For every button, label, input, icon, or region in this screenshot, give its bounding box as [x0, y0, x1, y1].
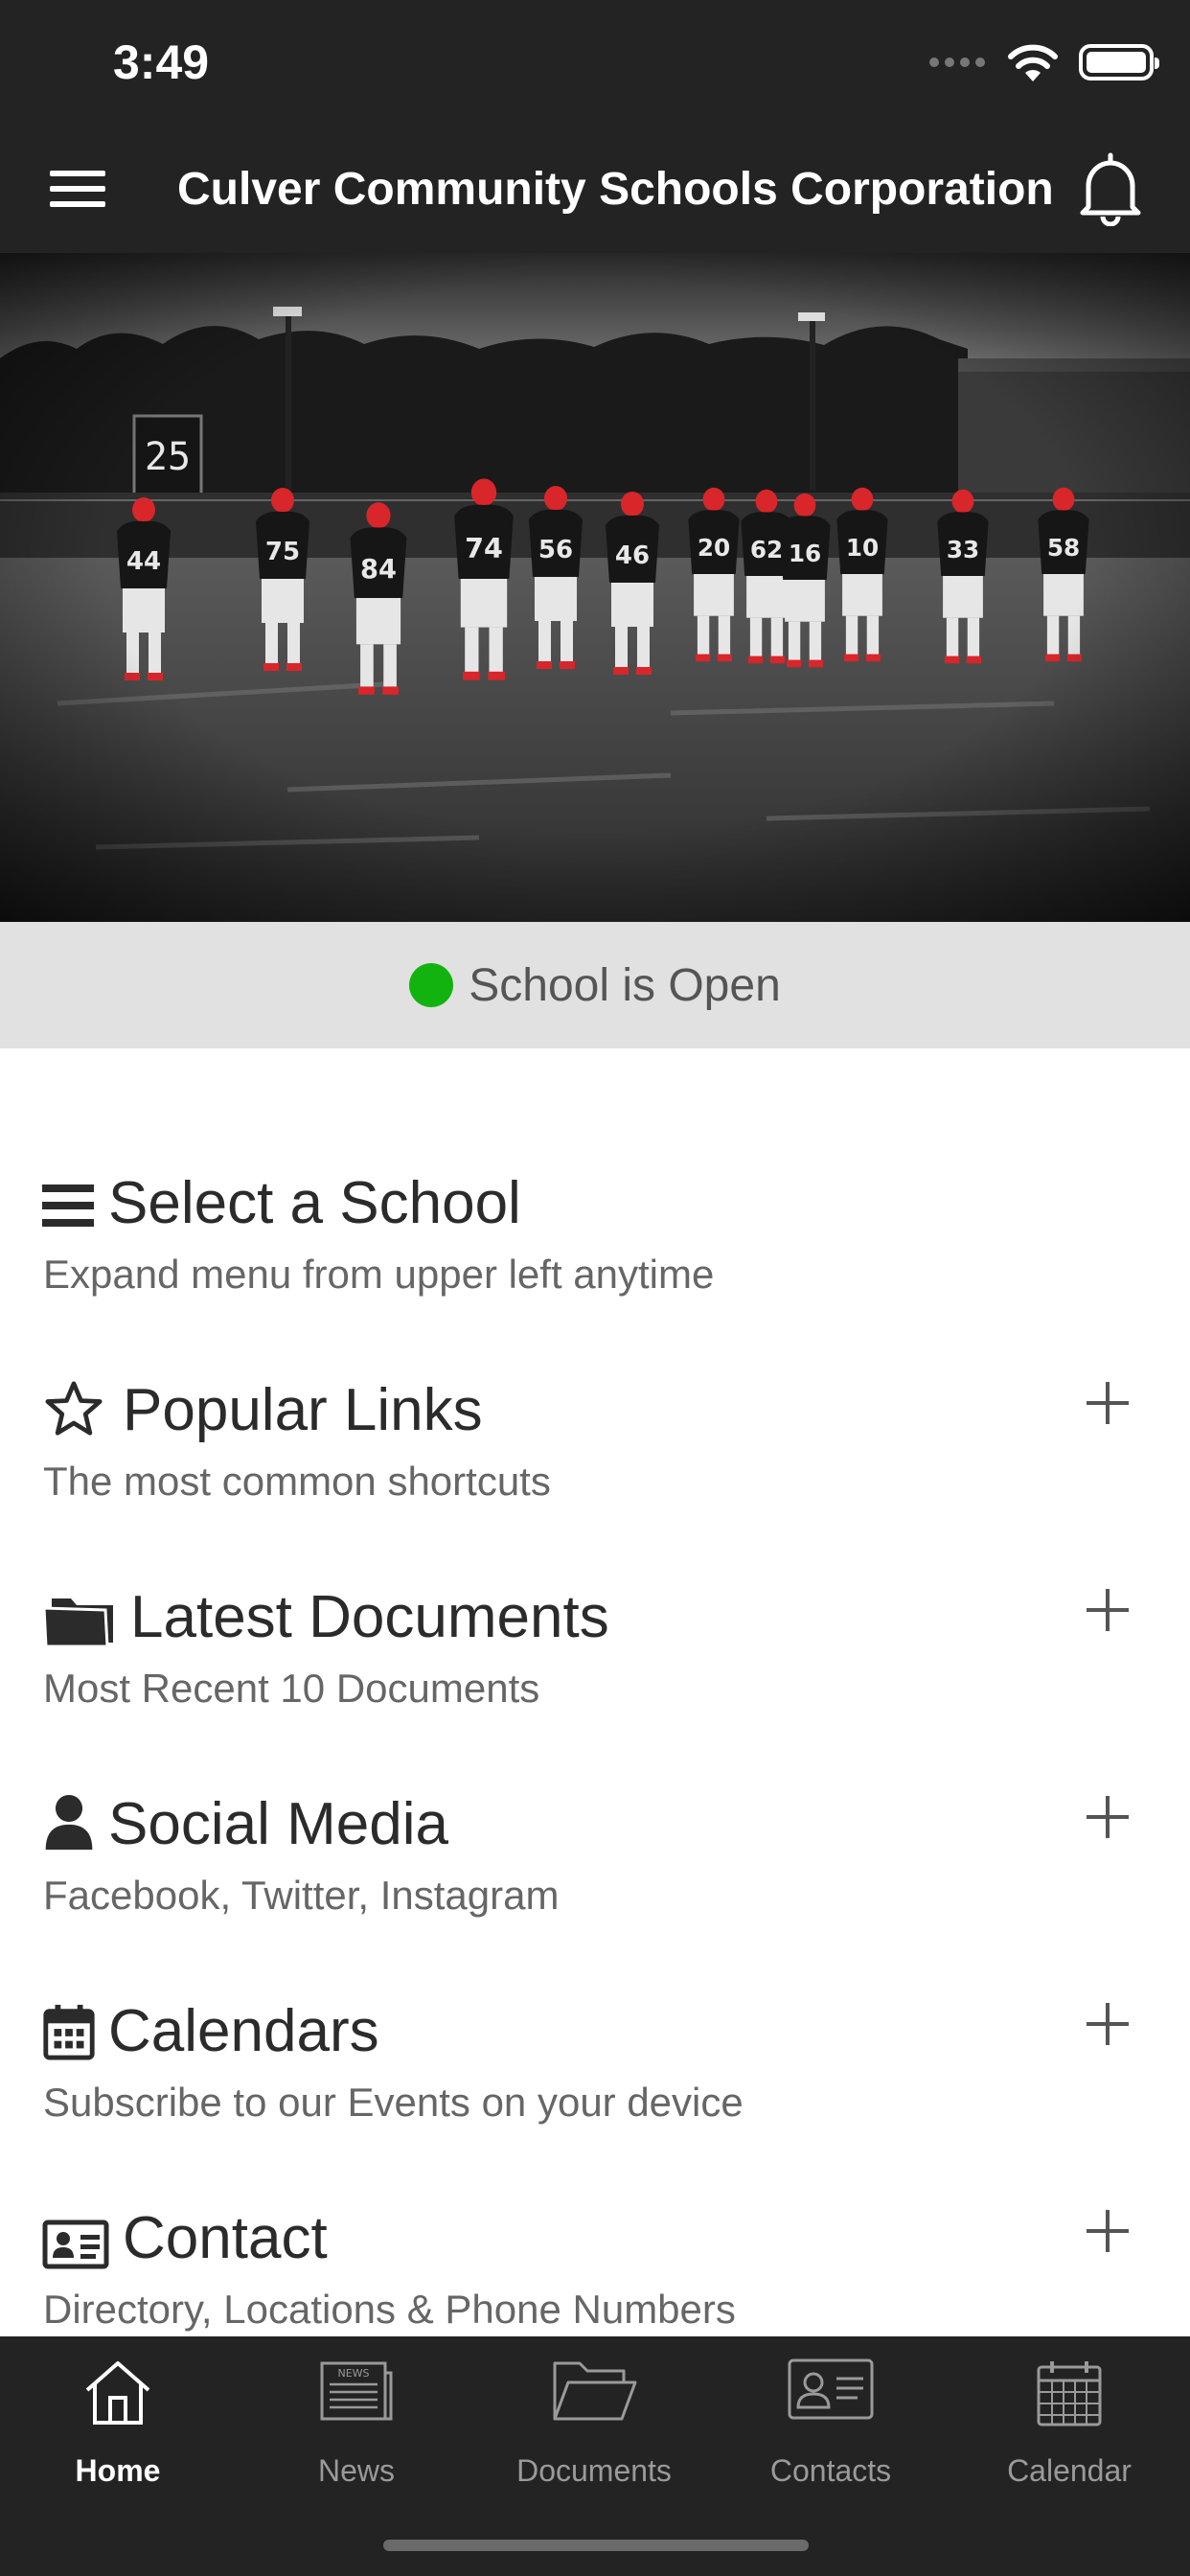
calendar-icon	[1037, 2361, 1102, 2426]
section-subtitle: Most Recent 10 Documents	[43, 1666, 540, 1711]
home-icon	[85, 2361, 150, 2425]
school-status-banner: School is Open	[0, 922, 1190, 1048]
expand-plus-icon[interactable]	[1087, 2210, 1129, 2252]
newspaper-icon: NEWS	[320, 2361, 393, 2421]
school-status-text: School is Open	[469, 959, 781, 1011]
tab-label: Documents	[516, 2453, 672, 2488]
hamburger-menu-icon[interactable]	[50, 171, 105, 207]
bell-icon[interactable]	[1077, 151, 1144, 226]
section-title: Calendars	[108, 1998, 379, 2064]
calendar-icon	[43, 2004, 95, 2060]
section-calendars[interactable]: Calendars Subscribe to our Events on you…	[0, 1998, 1190, 2191]
tab-home[interactable]: Home	[22, 2350, 214, 2494]
tab-label: Contacts	[769, 2453, 892, 2488]
tab-documents[interactable]: Documents	[498, 2350, 690, 2494]
top-bar: 3:49 Culver Community Schools Corporatio…	[0, 0, 1190, 253]
folder-icon	[42, 1598, 113, 1648]
home-indicator	[383, 2540, 809, 2551]
contact-card-icon	[788, 2358, 874, 2420]
star-icon	[45, 1381, 103, 1436]
section-subtitle: Subscribe to our Events on your device	[43, 2080, 744, 2125]
section-social-media[interactable]: Social Media Facebook, Twitter, Instagra…	[0, 1791, 1190, 1984]
list-icon	[42, 1184, 94, 1227]
section-subtitle: Directory, Locations & Phone Numbers	[43, 2287, 736, 2332]
expand-plus-icon[interactable]	[1087, 2003, 1129, 2045]
expand-plus-icon[interactable]	[1087, 1796, 1129, 1838]
status-time: 3:49	[113, 35, 210, 89]
section-title: Popular Links	[123, 1377, 483, 1443]
cellular-signal-icon	[929, 58, 985, 67]
section-select-school[interactable]: Select a School Expand menu from upper l…	[0, 1170, 1190, 1363]
app-title: Culver Community Schools Corporation	[177, 164, 1054, 215]
tab-news[interactable]: NEWS News	[261, 2350, 452, 2494]
contact-card-icon	[42, 2220, 109, 2269]
section-subtitle: Facebook, Twitter, Instagram	[43, 1873, 560, 1918]
user-icon	[45, 1794, 93, 1851]
section-popular-links[interactable]: Popular Links The most common shortcuts	[0, 1377, 1190, 1570]
tab-contacts[interactable]: Contacts	[735, 2350, 927, 2494]
wifi-icon	[1008, 44, 1058, 81]
tab-label: Home	[75, 2453, 161, 2488]
section-title: Latest Documents	[130, 1584, 609, 1650]
expand-plus-icon[interactable]	[1087, 1589, 1129, 1631]
hero-image: 25 447584745646206216103358	[0, 253, 1190, 922]
battery-icon	[1079, 44, 1159, 80]
tab-label: News	[317, 2453, 395, 2488]
section-title: Contact	[123, 2205, 328, 2271]
section-title: Social Media	[108, 1791, 448, 1857]
svg-text:NEWS: NEWS	[337, 2367, 369, 2380]
section-subtitle: Expand menu from upper left anytime	[43, 1252, 715, 1297]
tab-label: Calendar	[1007, 2453, 1132, 2488]
status-icons	[929, 38, 1173, 86]
section-subtitle: The most common shortcuts	[43, 1459, 551, 1504]
folder-icon	[553, 2361, 637, 2421]
status-indicator-icon	[409, 963, 454, 1007]
section-title: Select a School	[108, 1170, 521, 1236]
expand-plus-icon[interactable]	[1087, 1382, 1129, 1424]
tab-calendar[interactable]: Calendar	[973, 2350, 1165, 2494]
section-latest-documents[interactable]: Latest Documents Most Recent 10 Document…	[0, 1584, 1190, 1777]
